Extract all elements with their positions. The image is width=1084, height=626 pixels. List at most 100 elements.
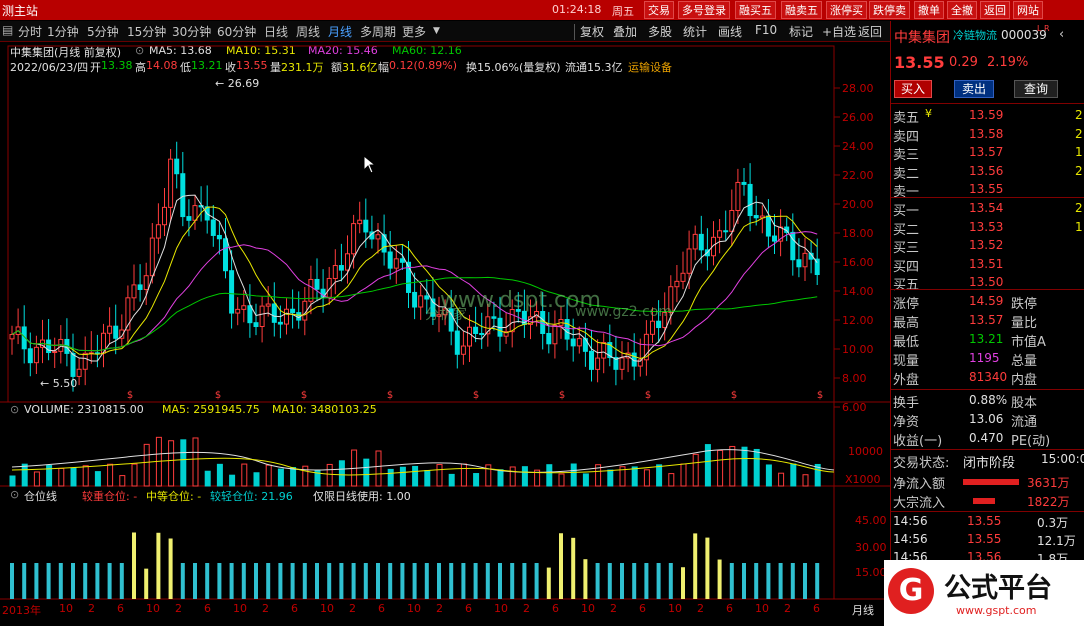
time-axis-label: 10 — [407, 602, 421, 615]
price-axis-label: 26.00 — [842, 111, 874, 124]
position-bar — [559, 533, 563, 599]
multi-login-button[interactable]: 多号登录 — [678, 1, 730, 19]
website-button[interactable]: 网站 — [1013, 1, 1043, 19]
position-settings-icon[interactable]: ⊙ — [10, 488, 19, 501]
price-axis-label: 18.00 — [842, 227, 874, 240]
kline-chart[interactable]: $ $ $ $ $ $ $ $ $ — [0, 42, 890, 626]
stat-label: 最高 — [893, 316, 920, 331]
volume-bar — [387, 468, 394, 487]
period-tab-30min[interactable]: 30分钟 — [172, 23, 211, 40]
candle-body — [589, 350, 594, 370]
candle-body — [149, 237, 155, 277]
position-bar — [180, 563, 185, 599]
collapse-chevron-icon[interactable]: ‹ — [1059, 27, 1064, 42]
candle-body — [338, 265, 344, 271]
limit-up-buy-button[interactable]: 涨停买 — [826, 1, 867, 19]
query-button[interactable]: 查询 — [1014, 80, 1058, 98]
back-button[interactable]: 返回 — [980, 1, 1010, 19]
f10-button[interactable]: F10 — [755, 23, 777, 37]
add-watchlist-button[interactable]: +自选 — [822, 23, 856, 40]
volume-bar — [216, 463, 223, 487]
volume-bar — [290, 467, 297, 487]
volume-settings-icon[interactable]: ⊙ — [10, 403, 19, 416]
logo-url: www.gspt.com — [956, 604, 1037, 617]
volume-bar — [265, 464, 272, 487]
brand-logo: G 公式平台 www.gspt.com — [884, 560, 1084, 626]
bid-label: 买三 — [893, 241, 920, 256]
buy-button[interactable]: 买入 — [894, 80, 932, 98]
margin-buy-button[interactable]: 融买五 — [735, 1, 776, 19]
candle-body — [656, 320, 662, 329]
toolbar-divider — [574, 24, 575, 40]
period-tab-more[interactable]: 更多 — [402, 23, 426, 40]
candle-body — [650, 320, 655, 335]
position-bar — [656, 563, 661, 599]
period-tab-5min[interactable]: 5分钟 — [87, 23, 119, 40]
multi-stock-button[interactable]: 多股 — [648, 23, 672, 40]
bid-price: 13.50 — [969, 275, 1004, 289]
bid-label: 买五 — [893, 278, 920, 293]
volume-bar — [412, 465, 419, 487]
mouse-cursor-icon — [363, 155, 377, 174]
mark-button[interactable]: 标记 — [789, 23, 813, 40]
divider — [891, 197, 1084, 198]
statistics-button[interactable]: 统计 — [683, 23, 707, 40]
volume-bar — [631, 466, 638, 487]
volume-bar — [241, 463, 248, 487]
position-bar — [327, 563, 332, 599]
position-bar — [388, 563, 393, 599]
ask-volume: 2 — [1075, 108, 1083, 122]
position-bar — [778, 563, 783, 599]
divider — [891, 103, 1084, 104]
position-bar — [351, 563, 356, 599]
candle-body — [674, 280, 680, 288]
volume-bar — [497, 469, 504, 487]
more-chevron-icon[interactable]: ▼ — [433, 26, 440, 36]
stat-label: 市值A — [1011, 335, 1046, 350]
limit-down-sell-button[interactable]: 跌停卖 — [869, 1, 910, 19]
return-button[interactable]: 返回 — [858, 23, 882, 40]
menu-icon[interactable]: ▤ — [2, 23, 13, 37]
margin-sell-button[interactable]: 融卖五 — [781, 1, 822, 19]
adjust-button[interactable]: 复权 — [580, 23, 604, 40]
position-bar — [58, 563, 63, 599]
period-tab-1min[interactable]: 1分钟 — [47, 23, 79, 40]
period-tab-monthly[interactable]: 月线 — [328, 23, 352, 40]
position-bar — [290, 563, 295, 599]
price-axis-label: 24.00 — [842, 140, 874, 153]
candle-body — [180, 173, 186, 218]
volume-bar — [131, 463, 138, 487]
period-tab-intraday[interactable]: 分时 — [18, 23, 42, 40]
cancel-all-button[interactable]: 全撤 — [947, 1, 977, 19]
period-tab-60min[interactable]: 60分钟 — [217, 23, 256, 40]
flow-bar — [963, 479, 1019, 485]
trade-button[interactable]: 交易 — [644, 1, 674, 19]
period-tab-weekly[interactable]: 周线 — [296, 23, 320, 40]
period-tab-multi[interactable]: 多周期 — [360, 23, 396, 40]
ask-price: 13.58 — [969, 126, 1004, 141]
sell-button[interactable]: 卖出 — [954, 80, 994, 98]
stat-label: 跌停 — [1011, 297, 1038, 312]
volume-bar — [607, 469, 614, 487]
period-tab-daily[interactable]: 日线 — [264, 23, 288, 40]
draw-line-button[interactable]: 画线 — [718, 23, 742, 40]
overlay-button[interactable]: 叠加 — [613, 23, 637, 40]
volume-bar — [399, 466, 406, 487]
time-axis-label: 2 — [88, 602, 95, 615]
position-bar — [693, 533, 698, 599]
candle-body — [460, 345, 466, 355]
stat-label: 内盘 — [1011, 373, 1038, 388]
cancel-order-button[interactable]: 撤单 — [914, 1, 944, 19]
ask-price: 13.55 — [969, 182, 1004, 196]
stat-value: 1195 — [969, 351, 1000, 365]
divider — [891, 449, 1084, 450]
price-change: 0.29 — [949, 55, 978, 70]
period-tab-15min[interactable]: 15分钟 — [127, 23, 166, 40]
position-bar — [193, 563, 197, 599]
stat-label: 涨停 — [893, 297, 920, 312]
volume-bar — [778, 472, 785, 487]
candle-body — [284, 308, 289, 325]
volume-bar — [363, 458, 370, 487]
position-axis-15: 15.00 — [855, 566, 887, 579]
stat-label: 现量 — [893, 354, 920, 369]
